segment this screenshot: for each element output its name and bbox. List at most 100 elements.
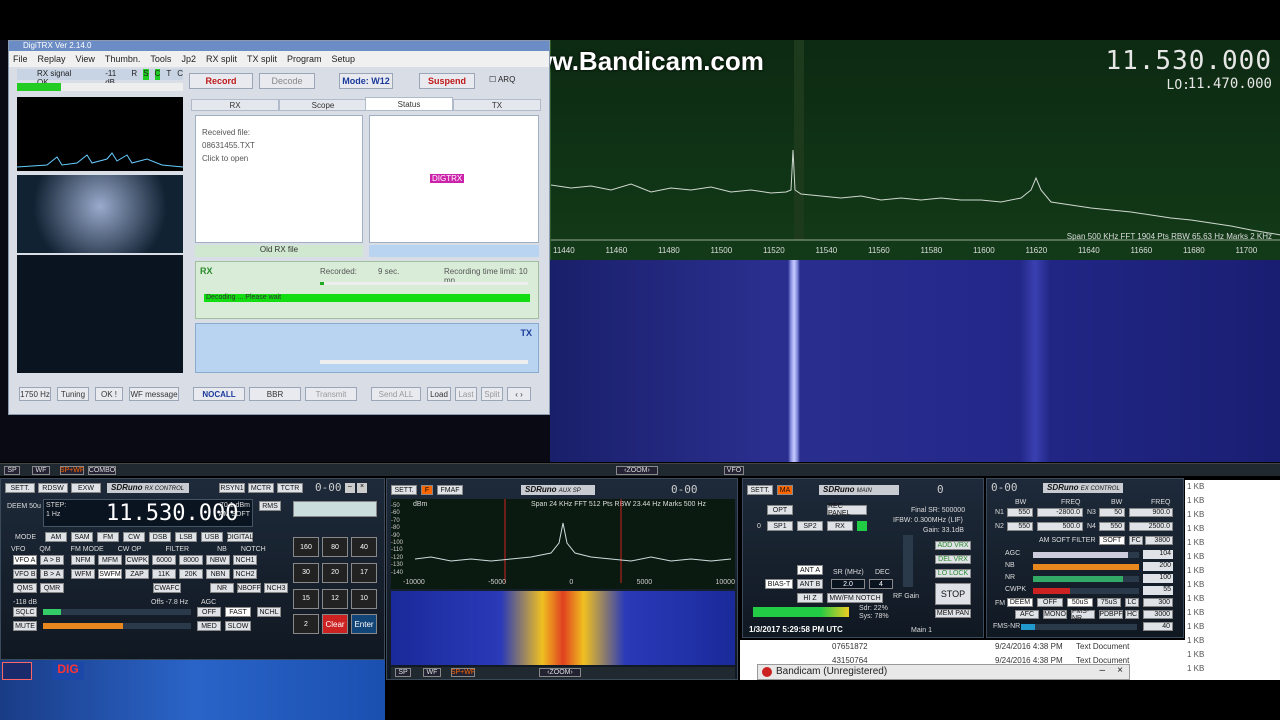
n3-freq[interactable]: 900.0 — [1129, 508, 1173, 517]
key-40[interactable]: 40 — [351, 537, 377, 557]
ex-control-panel[interactable]: 0-00 SDRuno EX CONTROL BW FREQ BW FREQ N… — [986, 478, 1184, 638]
filter-11k-button[interactable]: 11K — [152, 569, 176, 579]
mode-dsb[interactable]: DSB — [149, 532, 171, 542]
tab-sp[interactable]: SP — [4, 466, 20, 475]
mfm-button[interactable]: MFM — [98, 555, 122, 565]
zap-button[interactable]: ZAP — [125, 569, 149, 579]
tab-rx[interactable]: RX — [191, 99, 279, 111]
nbn-button[interactable]: NBN — [206, 569, 230, 579]
tab-wf[interactable]: WF — [32, 466, 50, 475]
close-icon[interactable]: × — [1117, 665, 1123, 676]
tab-tx[interactable]: TX — [453, 99, 541, 111]
tab-combo[interactable]: COMBO — [88, 466, 116, 475]
n4-freq[interactable]: 2500.0 — [1129, 522, 1173, 531]
lo-lock-button[interactable]: LO LOCK — [935, 569, 971, 578]
tab-scope[interactable]: Scope — [279, 99, 367, 111]
fmaf-button[interactable]: FMAF — [437, 485, 463, 495]
sqlc-button[interactable]: SQLC — [13, 607, 37, 617]
aux-zoom-control[interactable]: ‹ ZOOM › — [539, 668, 581, 677]
key-15[interactable]: 15 — [293, 588, 319, 609]
split-button[interactable]: Split — [481, 387, 503, 401]
clear-key[interactable]: Clear — [322, 614, 348, 635]
afc-button[interactable]: AFC — [1015, 610, 1039, 619]
received-file-panel[interactable]: Received file: 08631455.TXT Click to ope… — [195, 115, 363, 243]
transmit-button[interactable]: Transmit — [305, 387, 357, 401]
nch3-button[interactable]: NCH3 — [264, 583, 288, 593]
sr-value[interactable]: 2.0 — [831, 579, 865, 589]
ma-button[interactable]: MA — [777, 485, 793, 495]
menu-program[interactable]: Program — [287, 54, 322, 64]
rx-control-panel[interactable]: SETT. RDSW EXW SDRuno RX CONTROL RSYN1 M… — [0, 478, 385, 660]
load-button[interactable]: Load — [427, 387, 451, 401]
ex-slider-track[interactable] — [1033, 576, 1139, 582]
pdbpf-button[interactable]: PDBPF — [1099, 610, 1123, 619]
volume-slider[interactable] — [43, 623, 191, 629]
ex-slider-track[interactable] — [1033, 552, 1139, 558]
stop-button[interactable]: STOP — [935, 583, 971, 605]
bandicam-bar[interactable]: Bandicam (Unregistered) – × — [757, 664, 1130, 680]
bbr-button[interactable]: BBR — [249, 387, 301, 401]
mem-pan-button[interactable]: MEM PAN — [935, 609, 971, 618]
menu-file[interactable]: File — [13, 54, 28, 64]
digitrx-window[interactable]: DigiTRX Ver 2.14.0 File Replay View Thum… — [8, 40, 550, 415]
b-to-a-button[interactable]: B > A — [40, 569, 64, 579]
add-vrx-button[interactable]: ADD VRX — [935, 541, 971, 550]
file-name-1[interactable]: 07651872 — [832, 642, 868, 651]
decode-button[interactable]: Decode — [259, 73, 315, 89]
nocall-button[interactable]: NOCALL — [193, 387, 245, 401]
mono-button[interactable]: MONO — [1043, 610, 1067, 619]
nboff-button[interactable]: NBOFF — [237, 583, 261, 593]
frequency-box[interactable]: STEP: 1 Hz 11.530.000 -70.1 dBm AM SOFT — [43, 499, 253, 527]
last-button[interactable]: Last — [455, 387, 477, 401]
filter-6000-button[interactable]: 6000 — [152, 555, 176, 565]
fc-value[interactable]: 3800 — [1145, 536, 1173, 545]
aux-sett-button[interactable]: SETT. — [391, 485, 417, 495]
sp2-button[interactable]: SP2 — [797, 521, 823, 531]
mute-button[interactable]: MUTE — [13, 621, 37, 631]
agc-off-button[interactable]: OFF — [197, 607, 221, 617]
hi-z-button[interactable]: HI Z — [797, 593, 823, 603]
ex-slider-row[interactable]: AGC 104 — [995, 549, 1179, 561]
ant-a-button[interactable]: ANT A — [797, 565, 823, 575]
hc-value[interactable]: 3000 — [1143, 610, 1173, 619]
menu-jp2[interactable]: Jp2 — [181, 54, 196, 64]
mw-fm-notch-button[interactable]: MW/FM NOTCH — [827, 593, 883, 603]
agc-slow-button[interactable]: SLOW — [225, 621, 251, 631]
exw-button[interactable]: EXW — [71, 483, 101, 493]
rms-button[interactable]: RMS — [259, 501, 281, 511]
nr-button[interactable]: NR — [210, 583, 234, 593]
n1-freq[interactable]: -2800.0 — [1037, 508, 1083, 517]
squelch-slider[interactable] — [43, 609, 191, 615]
ant-b-button[interactable]: ANT B — [797, 579, 823, 589]
vfo-button[interactable]: VFO — [724, 466, 744, 475]
record-button[interactable]: Record — [189, 73, 253, 89]
old-rx-file-button[interactable]: Old RX file — [195, 245, 363, 257]
n2-freq[interactable]: 500.0 — [1037, 522, 1083, 531]
menu-replay[interactable]: Replay — [38, 54, 66, 64]
75us-button[interactable]: 75uS — [1097, 598, 1121, 607]
ex-slider-track[interactable] — [1033, 564, 1139, 570]
key-30[interactable]: 30 — [293, 562, 319, 583]
main-panel[interactable]: SETT. MA SDRuno MAIN 0 OPT REC PANEL 0 S… — [742, 478, 984, 638]
n3-bw[interactable]: 50 — [1099, 508, 1125, 517]
sp1-button[interactable]: SP1 — [767, 521, 793, 531]
rec-panel-button[interactable]: REC PANEL — [827, 503, 867, 517]
mode-sam[interactable]: SAM — [71, 532, 93, 542]
lc-button[interactable]: LC — [1125, 598, 1139, 607]
menu-rx-split[interactable]: RX split — [206, 54, 237, 64]
tuning-button[interactable]: Tuning — [57, 387, 89, 401]
key-160[interactable]: 160 — [293, 537, 319, 557]
app-icon-1[interactable] — [2, 662, 32, 680]
ex-slider-row[interactable]: NR 100 — [995, 573, 1179, 585]
nch1-button[interactable]: NCH1 — [233, 555, 257, 565]
fms-nr-slider[interactable] — [1021, 624, 1137, 630]
menu-thumbn[interactable]: Thumbn. — [105, 54, 141, 64]
bias-t-button[interactable]: BIAS-T — [765, 579, 793, 589]
zoom-control[interactable]: ‹ ZOOM › — [616, 466, 658, 475]
mode-usb[interactable]: USB — [201, 532, 223, 542]
aux-tab-sp[interactable]: SP — [395, 668, 411, 677]
filter-20k-button[interactable]: 20K — [179, 569, 203, 579]
aux-tab-wf[interactable]: WF — [423, 668, 441, 677]
cwafc-button[interactable]: CWAFC — [153, 583, 181, 593]
lc-value[interactable]: 300 — [1143, 598, 1173, 607]
